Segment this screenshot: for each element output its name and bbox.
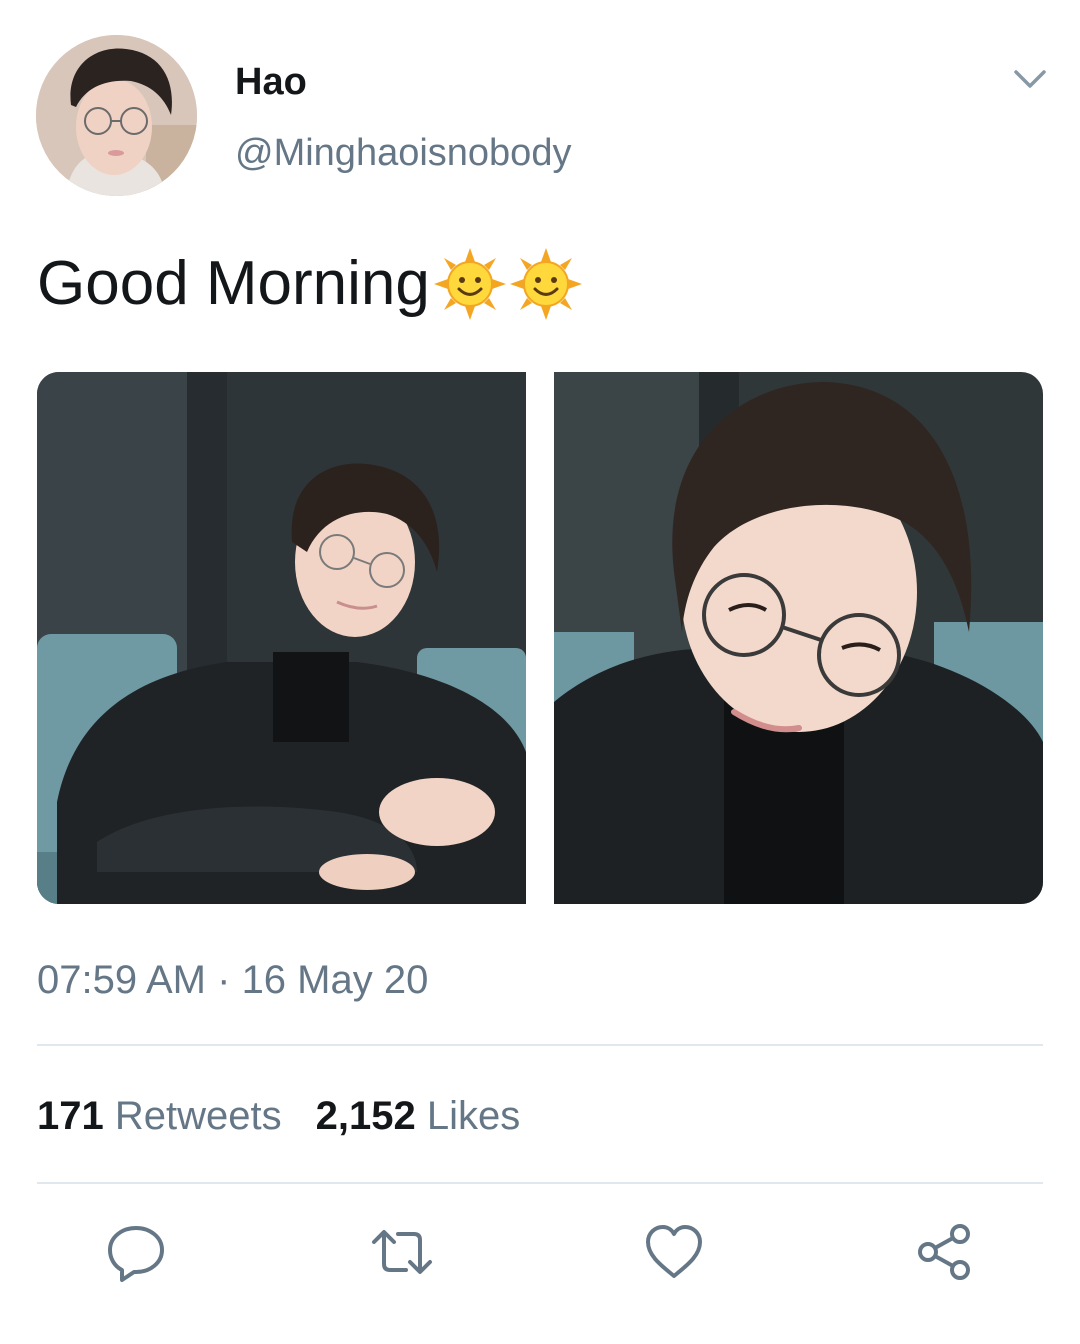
timestamp-separator: · xyxy=(206,958,242,1002)
media-photo-2[interactable] xyxy=(554,372,1043,904)
retweets-label: Retweets xyxy=(114,1094,282,1138)
divider xyxy=(37,1044,1043,1046)
media-grid xyxy=(37,372,1043,904)
tweet-timestamp: 07:59 AM · 16 May 20 xyxy=(37,956,428,1004)
likes-stat[interactable]: 2,152 Likes xyxy=(316,1092,521,1140)
tweet-stats: 171 Retweets 2,152 Likes xyxy=(37,1092,554,1140)
retweet-icon[interactable] xyxy=(370,1220,434,1284)
tweet-time: 07:59 AM xyxy=(37,958,207,1002)
avatar[interactable] xyxy=(36,35,197,196)
likes-label: Likes xyxy=(426,1094,521,1138)
author-handle[interactable]: @Minghaoisnobody xyxy=(235,130,571,176)
tweet-text: Good Morning xyxy=(37,244,582,324)
chevron-down-icon[interactable] xyxy=(1008,60,1052,100)
author-display-name[interactable]: Hao xyxy=(235,60,307,104)
tweet-text-content: Good Morning xyxy=(37,249,430,318)
sun-with-face-icon xyxy=(433,248,506,320)
tweet-date: 16 May 20 xyxy=(241,958,429,1002)
media-photo-1[interactable] xyxy=(37,372,526,904)
retweets-stat[interactable]: 171 Retweets xyxy=(37,1092,282,1140)
sun-with-face-icon xyxy=(509,248,582,320)
like-icon[interactable] xyxy=(642,1220,706,1284)
retweets-count: 171 xyxy=(37,1094,104,1138)
reply-icon[interactable] xyxy=(104,1220,168,1284)
share-icon[interactable] xyxy=(912,1220,976,1284)
likes-count: 2,152 xyxy=(315,1094,416,1138)
divider xyxy=(37,1182,1043,1184)
